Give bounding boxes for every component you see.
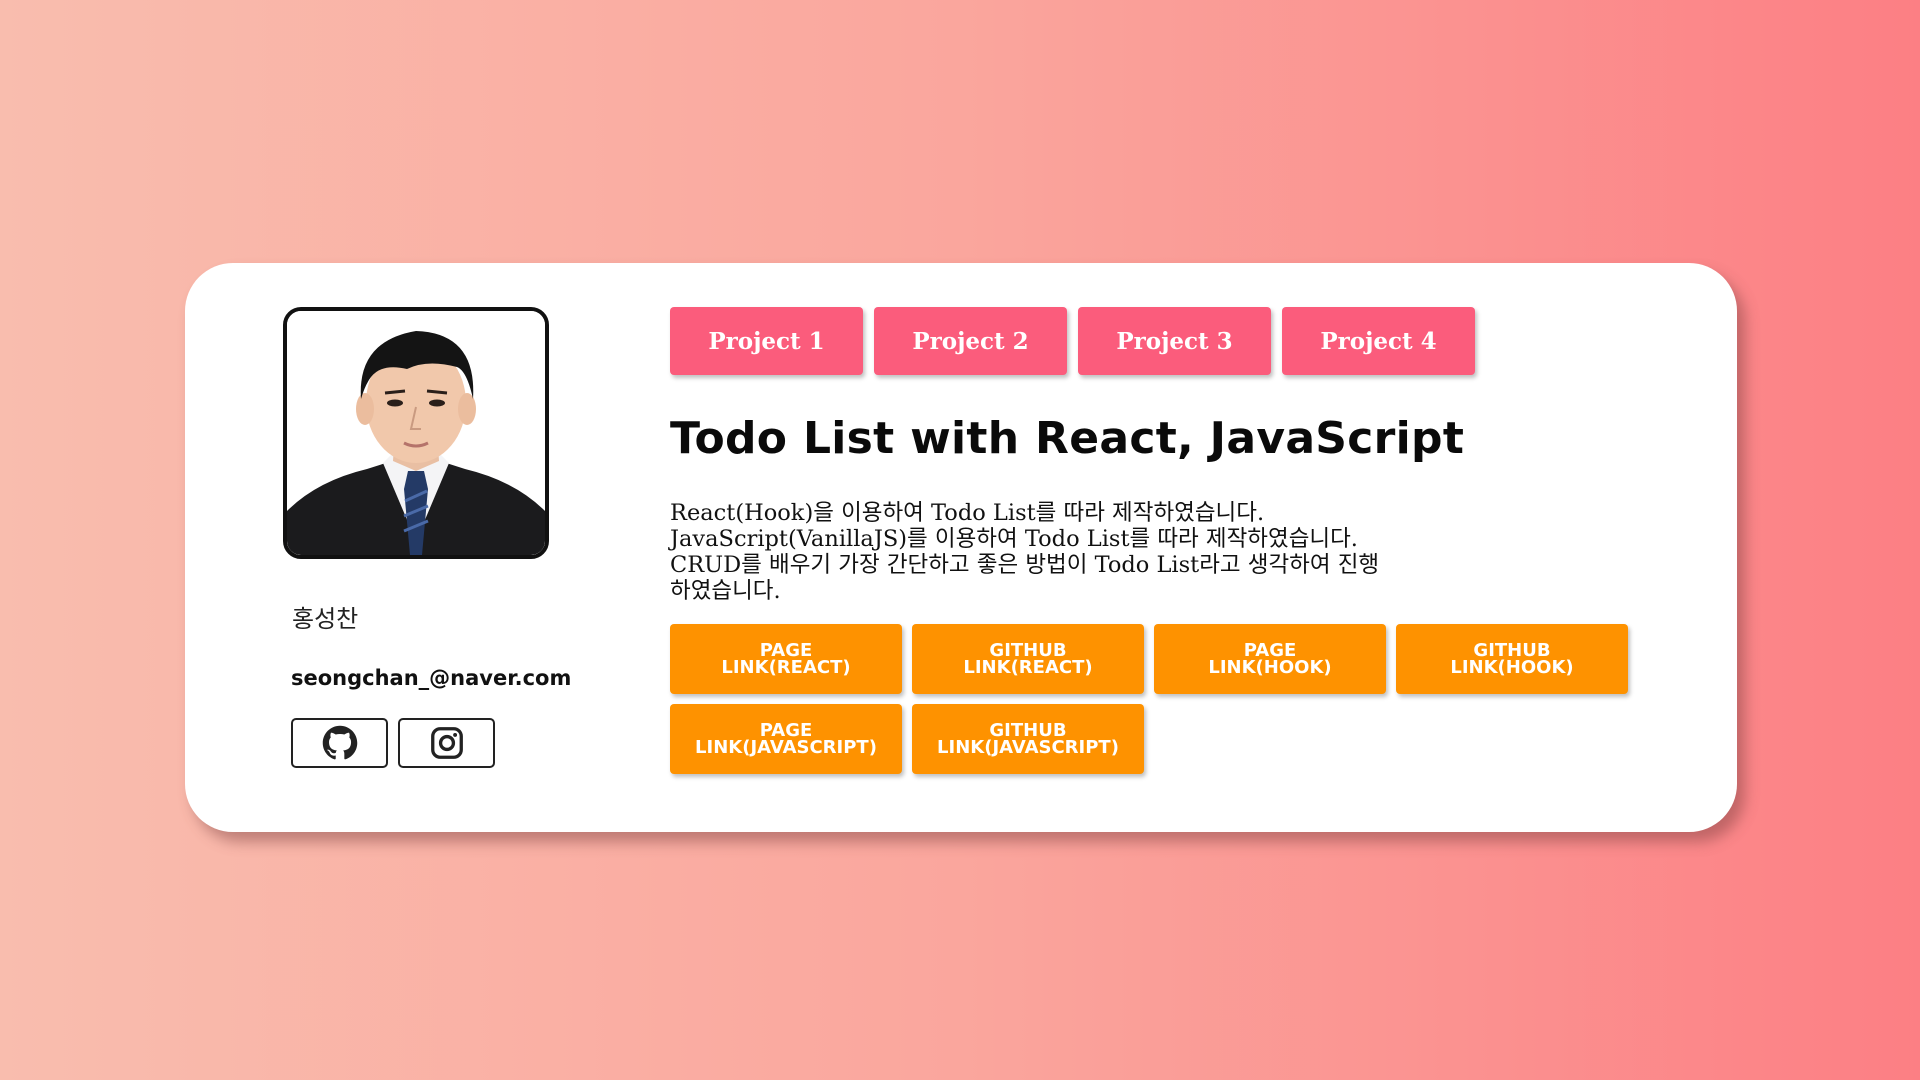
link-label-line2: LINK(REACT) xyxy=(963,657,1093,678)
github-link-javascript-button[interactable]: GITHUB LINK(JAVASCRIPT) xyxy=(912,704,1144,774)
description-line: 하였습니다. xyxy=(670,578,781,604)
profile-card: 홍성찬 seongchan_@naver.com Project 1 Proje… xyxy=(185,263,1737,832)
link-label-line2: LINK(REACT) xyxy=(721,657,851,678)
project-section: Project 1 Project 2 Project 3 Project 4 … xyxy=(670,307,1700,774)
github-icon xyxy=(322,725,357,760)
tab-project-1[interactable]: Project 1 xyxy=(670,307,863,375)
project-tabs: Project 1 Project 2 Project 3 Project 4 xyxy=(670,307,1700,375)
link-label-line2: LINK(HOOK) xyxy=(1450,657,1574,678)
description-line: React(Hook)을 이용하여 Todo List를 따라 제작하였습니다. xyxy=(670,500,1265,526)
profile-photo xyxy=(283,307,549,559)
tab-project-2[interactable]: Project 2 xyxy=(874,307,1067,375)
tab-project-4[interactable]: Project 4 xyxy=(1282,307,1475,375)
instagram-icon xyxy=(430,727,463,759)
description-line: CRUD를 배우기 가장 간단하고 좋은 방법이 Todo List라고 생각하… xyxy=(670,552,1380,578)
tab-project-3[interactable]: Project 3 xyxy=(1078,307,1271,375)
person-portrait-illustration xyxy=(287,311,545,555)
social-links xyxy=(291,718,603,768)
profile-email: seongchan_@naver.com xyxy=(291,666,572,690)
link-label-line2: LINK(JAVASCRIPT) xyxy=(937,737,1119,758)
project-title: Todo List with React, JavaScript xyxy=(670,413,1465,464)
description-line: JavaScript(VanillaJS)를 이용하여 Todo List를 따… xyxy=(670,526,1358,552)
profile-section: 홍성찬 seongchan_@naver.com xyxy=(283,307,603,768)
link-label-line2: LINK(HOOK) xyxy=(1208,657,1332,678)
page-link-javascript-button[interactable]: PAGE LINK(JAVASCRIPT) xyxy=(670,704,902,774)
github-button[interactable] xyxy=(291,718,388,768)
page-link-react-button[interactable]: PAGE LINK(REACT) xyxy=(670,624,902,694)
link-label-line2: LINK(JAVASCRIPT) xyxy=(695,737,877,758)
instagram-button[interactable] xyxy=(398,718,495,768)
page-link-hook-button[interactable]: PAGE LINK(HOOK) xyxy=(1154,624,1386,694)
project-description: React(Hook)을 이용하여 Todo List를 따라 제작하였습니다.… xyxy=(670,500,1700,604)
profile-name: 홍성찬 xyxy=(292,605,359,633)
github-link-hook-button[interactable]: GITHUB LINK(HOOK) xyxy=(1396,624,1628,694)
github-link-react-button[interactable]: GITHUB LINK(REACT) xyxy=(912,624,1144,694)
project-links: PAGE LINK(REACT) GITHUB LINK(REACT) PAGE LI… xyxy=(670,624,1650,774)
